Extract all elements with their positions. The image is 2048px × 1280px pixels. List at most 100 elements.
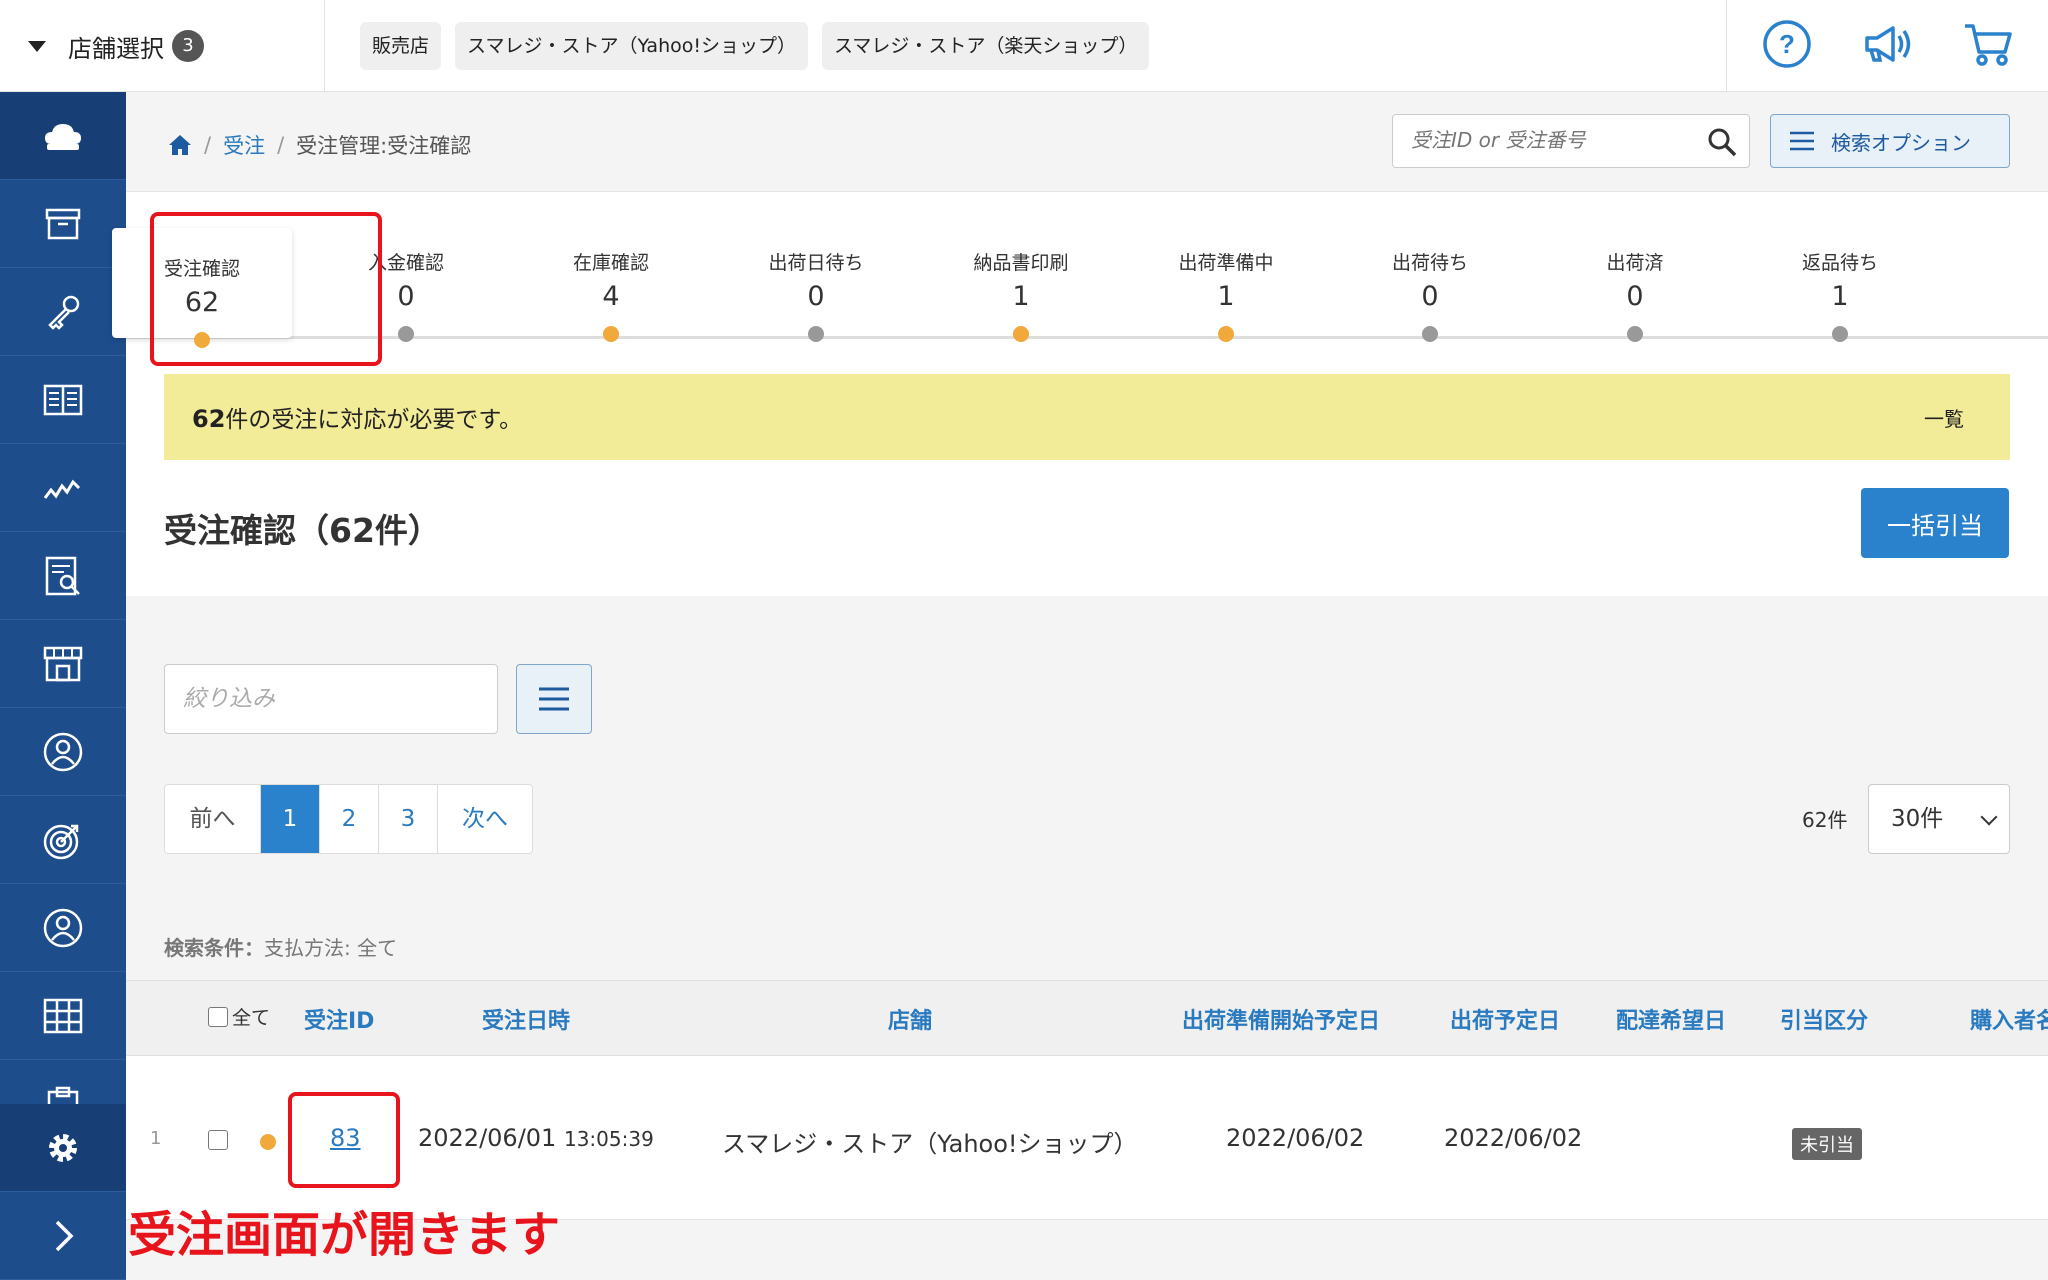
status-step-dot (1422, 326, 1438, 342)
breadcrumb: / 受注 / 受注管理:受注確認 (168, 130, 471, 160)
col-delivery-date[interactable]: 配達希望日 (1616, 1003, 1726, 1035)
sidebar-item-key[interactable] (0, 268, 126, 356)
order-id-link[interactable]: 83 (330, 1124, 361, 1152)
highlight-step-box (150, 212, 382, 366)
status-step-dot (1013, 326, 1029, 342)
report-icon (45, 556, 80, 595)
status-steps: 受注確認 62 入金確認 0 在庫確認 4 出荷日待ち 0 納品書印刷 1 出荷準備中 1 出荷待ち 0 出… (112, 222, 2048, 348)
menu-icon (1790, 131, 1814, 151)
notice-list-link[interactable]: 一覧 (1924, 403, 1982, 432)
store-chip-sales[interactable]: 販売店 (360, 22, 442, 70)
notice-banner: 62件の受注に対応が必要です。 一覧 (164, 374, 2010, 460)
sidebar-item-store[interactable] (0, 620, 126, 708)
cart-icon[interactable] (1962, 18, 2014, 74)
notice-message: 62件の受注に対応が必要です。 (192, 400, 522, 434)
gear-icon (49, 1133, 77, 1162)
store-count-badge: 3 (172, 30, 204, 62)
filter-menu-button[interactable] (516, 664, 592, 734)
status-step-label: 出荷待ち (1391, 252, 1468, 274)
status-step-count: 1 (1217, 281, 1235, 312)
per-page-select[interactable]: 30件 (1868, 784, 2010, 854)
status-step[interactable]: 在庫確認 4 (521, 222, 701, 342)
per-page-value: 30件 (1891, 806, 1944, 832)
search-icon[interactable] (1707, 127, 1737, 157)
order-store: スマレジ・ストア（Yahoo!ショップ） (722, 1130, 1138, 1158)
status-step[interactable]: 出荷済 0 (1545, 222, 1725, 342)
col-buyer[interactable]: 購入者名 (1970, 1003, 2048, 1035)
sidebar-item-grid[interactable] (0, 972, 126, 1060)
status-step-count: 1 (1012, 281, 1030, 312)
breadcrumb-orders[interactable]: 受注 (223, 130, 265, 160)
store-chip-rakuten[interactable]: スマレジ・ストア（楽天ショップ） (822, 22, 1150, 70)
col-prep-date[interactable]: 出荷準備開始予定日 (1182, 1003, 1380, 1035)
top-bar: 店舗選択 3 販売店 スマレジ・ストア（Yahoo!ショップ） スマレジ・ストア… (0, 0, 2048, 92)
breadcrumb-current: 受注管理:受注確認 (296, 134, 472, 158)
status-step-label: 在庫確認 (572, 252, 649, 274)
menu-icon (539, 687, 569, 711)
col-store[interactable]: 店舗 (888, 1003, 932, 1035)
col-ship-date[interactable]: 出荷予定日 (1450, 1003, 1560, 1035)
sidebar-settings[interactable] (0, 1104, 126, 1192)
status-step-dot (1627, 326, 1643, 342)
help-icon[interactable]: ? (1761, 18, 1813, 74)
order-datetime: 2022/06/01 13:05:39 (418, 1124, 654, 1152)
allocation-badge: 未引当 (1792, 1128, 1862, 1160)
sidebar-item-customer[interactable] (0, 708, 126, 796)
pagination-page-1[interactable]: 1 (261, 785, 320, 853)
col-order-date[interactable]: 受注日時 (482, 1003, 570, 1035)
col-allocation[interactable]: 引当区分 (1780, 1003, 1868, 1035)
target-icon (43, 824, 79, 859)
pagination-page-3[interactable]: 3 (379, 785, 438, 853)
status-step[interactable]: 返品待ち 1 (1750, 222, 1930, 342)
pagination-prev[interactable]: 前へ (165, 785, 261, 853)
pagination: 前へ 1 2 3 次へ (164, 784, 533, 854)
order-time: 13:05:39 (563, 1127, 654, 1151)
pagination-page-2[interactable]: 2 (320, 785, 379, 853)
home-icon[interactable] (168, 134, 192, 156)
row-checkbox[interactable] (208, 1128, 228, 1156)
megaphone-icon[interactable] (1861, 18, 1913, 74)
list-area: 絞り込み 前へ 1 2 3 次へ 62件 30件 検索条件：支払方法: 全て 全… (126, 596, 2048, 1280)
pagination-next[interactable]: 次へ (438, 785, 532, 853)
col-order-id[interactable]: 受注ID (304, 1003, 374, 1035)
status-step[interactable]: 出荷準備中 1 (1136, 222, 1316, 342)
sidebar-item-chart[interactable] (0, 444, 126, 532)
search-option-button[interactable]: 検索オプション (1770, 114, 2010, 168)
status-step[interactable]: 出荷日待ち 0 (726, 222, 906, 342)
status-step-count: 0 (807, 281, 825, 312)
chevron-down-icon (1980, 808, 1998, 826)
select-all[interactable]: 全て (208, 1003, 270, 1030)
status-step[interactable]: 出荷待ち 0 (1340, 222, 1520, 342)
customer-icon (43, 732, 83, 771)
sidebar (0, 92, 126, 1280)
archive-icon (45, 208, 81, 239)
status-step[interactable]: 納品書印刷 1 (931, 222, 1111, 342)
chart-icon (43, 479, 81, 499)
sidebar-item-archive[interactable] (0, 180, 126, 268)
page-title: 受注確認（62件） (164, 511, 441, 550)
sidebar-expand[interactable] (0, 1192, 126, 1280)
order-search-input[interactable] (1393, 115, 1683, 165)
select-all-checkbox[interactable] (208, 1006, 228, 1027)
sidebar-item-cloud[interactable] (0, 92, 126, 180)
caret-down-icon (28, 40, 46, 52)
sidebar-item-user[interactable] (0, 884, 126, 972)
row-number: 1 (150, 1128, 162, 1149)
status-step-dot (398, 326, 414, 342)
select-all-label: 全て (232, 1007, 271, 1029)
sidebar-item-target[interactable] (0, 796, 126, 884)
sidebar-item-book[interactable] (0, 356, 126, 444)
bulk-allocate-button[interactable]: 一括引当 (1861, 488, 2009, 558)
search-option-label: 検索オプション (1831, 130, 1971, 155)
status-step-dot (1218, 326, 1234, 342)
filter-input[interactable]: 絞り込み (164, 664, 498, 734)
row-status-dot (260, 1134, 276, 1150)
store-select-dropdown[interactable]: 店舗選択 3 (0, 0, 325, 92)
status-step-count: 0 (1626, 281, 1644, 312)
store-chip-yahoo[interactable]: スマレジ・ストア（Yahoo!ショップ） (455, 22, 808, 70)
sidebar-item-report[interactable] (0, 532, 126, 620)
order-date: 2022/06/01 (418, 1124, 557, 1152)
user-icon (43, 908, 83, 947)
svg-text:?: ? (1779, 29, 1795, 59)
table-header: 全て 受注ID 受注日時 店舗 出荷準備開始予定日 出荷予定日 配達希望日 引当… (126, 980, 2048, 1056)
